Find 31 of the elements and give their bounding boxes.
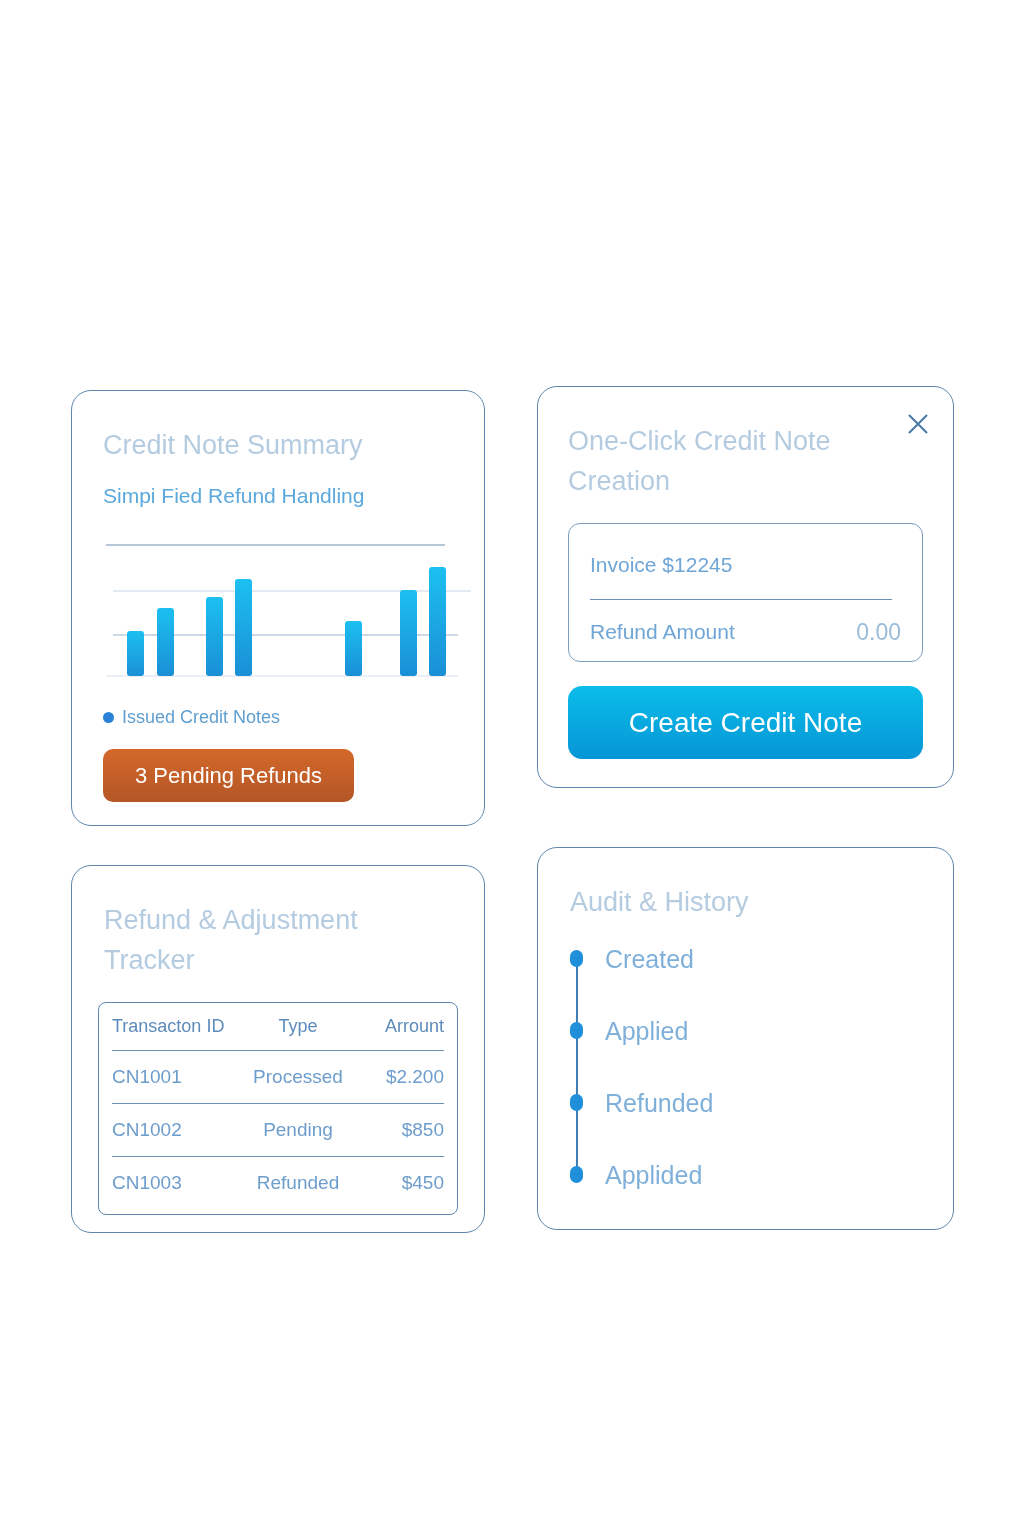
timeline-event: Applided	[605, 1162, 703, 1188]
dialog-title: One-Click Credit Note Creation	[568, 425, 832, 498]
table-cell-text: Processed	[252, 1064, 344, 1089]
chart-bar	[157, 607, 174, 676]
table-cell-text: Pending	[262, 1117, 334, 1142]
table-cell-text: Refunded	[255, 1171, 341, 1196]
card-title: Audit & History	[570, 886, 750, 919]
timeline-event: Applied	[605, 1018, 689, 1044]
column-header: Type	[277, 1015, 319, 1038]
chart-bar	[127, 630, 144, 676]
invoice-label: Invoice $12245	[590, 552, 734, 578]
chart-bar	[345, 620, 362, 676]
create-credit-note-button[interactable]: Create Credit Note	[568, 686, 923, 759]
table-cell-text: CN1002	[112, 1117, 183, 1142]
close-icon	[907, 413, 929, 435]
column-header: Arrount	[383, 1015, 444, 1038]
refund-amount-label: Refund Amount	[590, 619, 735, 645]
card-title: Credit Note Summary	[103, 429, 364, 462]
table-cell-text: $850	[400, 1117, 444, 1142]
pending-refunds-badge: 3 Pending Refunds	[103, 748, 354, 802]
timeline-event: Refunded	[605, 1090, 714, 1116]
card-subtitle: Simpi Fied Refund Handling	[103, 483, 366, 509]
column-header: Transacton ID	[112, 1015, 226, 1038]
table-cell-text: $2.200	[384, 1064, 444, 1089]
timeline-event: Created	[605, 946, 694, 972]
refund-amount-field[interactable]: 0.00	[856, 614, 901, 649]
table-cell-text: CN1003	[112, 1171, 183, 1196]
table-cell-text: $450	[400, 1171, 444, 1196]
table-cell-text: CN1001	[112, 1064, 183, 1089]
legend-label: Issued Credit Notes	[122, 705, 281, 729]
card-title: Refund & Adjustment Tracker	[103, 904, 359, 977]
